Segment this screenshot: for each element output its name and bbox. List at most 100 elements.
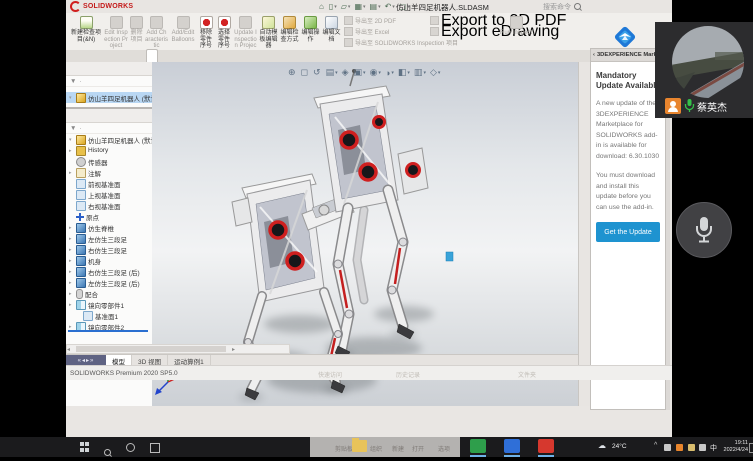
ribbon-tab[interactable] — [136, 50, 146, 62]
meeting-app-taskbar-icon[interactable] — [504, 439, 520, 453]
ribbon-tab[interactable] — [146, 49, 158, 62]
tree-item[interactable]: ▸ 机身 — [66, 255, 152, 266]
home-icon[interactable]: ⌂ — [319, 2, 325, 11]
tree-item[interactable]: ▸ 配合 — [66, 288, 152, 299]
forum-icon[interactable] — [580, 175, 589, 184]
display-style-icon[interactable]: ◉▾ — [370, 67, 381, 78]
ribbon-tab[interactable] — [86, 50, 96, 62]
tree-filter-row-2[interactable]: ▼· — [66, 123, 152, 134]
annotation-view-icon[interactable]: ◈ — [342, 67, 350, 78]
taskbar-clock[interactable]: 19:11 2022/4/24 — [714, 440, 748, 454]
scene-icon[interactable]: ▥▾ — [414, 67, 426, 78]
pane-overflow-arrow[interactable] — [119, 65, 127, 73]
expand-arrow-icon[interactable]: ▸ — [69, 324, 74, 330]
scrollbar-thumb[interactable] — [76, 346, 226, 352]
dimxpert-tab[interactable] — [99, 65, 107, 73]
expand-arrow-icon[interactable]: ▸ — [69, 269, 74, 275]
inspection-addin-icon[interactable] — [580, 188, 589, 197]
taskbar-app-icon-green[interactable] — [470, 439, 486, 453]
weather-icon[interactable]: ☁ — [598, 441, 606, 450]
tree-item[interactable]: 传感器 — [66, 156, 152, 167]
zoom-area-icon[interactable]: ◻ — [301, 67, 309, 78]
print-icon[interactable]: ▤▾ — [370, 2, 381, 11]
tree-root[interactable]: ▾ 仿山羊四足机器人 (默认... — [66, 134, 152, 145]
expand-arrow-icon[interactable]: ▸ — [69, 148, 74, 154]
propertymanager-tab[interactable] — [79, 65, 87, 73]
view-palette-icon[interactable] — [580, 136, 589, 145]
file-explorer-icon[interactable] — [580, 123, 589, 132]
undo-icon[interactable]: ↶▾ — [385, 2, 395, 11]
notification-center-icon[interactable] — [749, 443, 753, 453]
expand-arrow-icon[interactable]: ▸ — [69, 302, 74, 308]
temperature[interactable]: 24°C — [612, 443, 627, 450]
tree-filter-row[interactable]: ▼· — [66, 76, 152, 87]
marketplace-icon[interactable] — [580, 84, 589, 93]
chevron-left-icon[interactable]: ‹ — [593, 52, 595, 58]
featuremanager-tab[interactable] — [69, 112, 77, 120]
search-icon[interactable] — [574, 3, 581, 10]
ribbon-tab[interactable] — [126, 50, 136, 62]
file-explorer-taskbar-icon[interactable] — [352, 440, 367, 452]
expand-arrow-icon[interactable]: ▸ — [69, 258, 74, 264]
expand-arrow-icon[interactable]: ▸ — [69, 280, 74, 286]
previous-view-icon[interactable]: ↺ — [313, 67, 322, 78]
save-icon[interactable]: ▦▾ — [354, 2, 365, 11]
appearance-icon[interactable]: ◧▾ — [398, 67, 410, 78]
command-search[interactable]: 搜索命令 — [543, 1, 603, 12]
tree-item[interactable]: ▸ 右仿生三段足 (后) — [66, 266, 152, 277]
tree-root-selected[interactable]: ▾ 仿山羊四足机器人 (默认... — [66, 92, 152, 103]
propertymanager-tab[interactable] — [79, 112, 87, 120]
custom-properties-icon[interactable] — [580, 162, 589, 171]
section-view-icon[interactable]: ▤▾ — [326, 67, 338, 78]
hide-show-icon[interactable]: ◑▾ — [385, 68, 394, 78]
ribbon-tab[interactable] — [116, 50, 126, 62]
tree-item[interactable]: ▸ 注解 — [66, 167, 152, 178]
expand-arrow-icon[interactable]: ▸ — [69, 170, 74, 176]
marketplace-panel-header[interactable]: ‹ 3DEXPERIENCE Marketplace — [591, 49, 665, 62]
tree-item[interactable]: 原点 — [66, 211, 152, 222]
ribbon-tab[interactable] — [106, 50, 116, 62]
featuremanager-tab[interactable] — [69, 65, 77, 73]
tree-item[interactable]: 上视基准面 — [66, 189, 152, 200]
tray-icon[interactable] — [664, 444, 671, 451]
ribbon-tab[interactable] — [66, 50, 76, 62]
ribbon-tab[interactable] — [96, 50, 106, 62]
design-library-icon[interactable] — [580, 110, 589, 119]
tree-item[interactable]: ▸ 左仿生三段足 — [66, 233, 152, 244]
scroll-left-icon[interactable]: ◂ — [67, 346, 70, 353]
tray-person-icon[interactable] — [676, 444, 683, 451]
appearances-icon[interactable] — [580, 149, 589, 158]
start-button[interactable] — [80, 442, 90, 452]
configurations-tab[interactable] — [89, 65, 97, 73]
tree-item[interactable]: ▸ 镜向零部件1 — [66, 299, 152, 310]
ribbon-tab[interactable] — [76, 50, 86, 62]
tree-item[interactable]: ▸ 右仿生三段足 — [66, 244, 152, 255]
dimxpert-tab[interactable] — [99, 112, 107, 120]
new-file-icon[interactable]: ▯▾ — [329, 2, 337, 11]
displaymanager-tab[interactable] — [109, 65, 117, 73]
tree-item[interactable]: ▸ 仿生脊椎 — [66, 222, 152, 233]
expand-arrow-icon[interactable]: ▸ — [69, 236, 74, 242]
horizontal-scrollbar[interactable]: ◂ ▸ — [66, 344, 290, 354]
cortana-icon[interactable] — [126, 443, 135, 452]
open-file-icon[interactable]: ▱▾ — [341, 2, 351, 11]
tree-item[interactable]: 基准面1 — [66, 310, 152, 321]
tree-item[interactable]: 右视基准面 — [66, 200, 152, 211]
get-update-button[interactable]: Get the Update — [596, 222, 660, 242]
expand-arrow-icon[interactable]: ▸ — [69, 225, 74, 231]
taskbar-search-icon[interactable] — [104, 443, 111, 461]
taskbar-app-icon-red[interactable] — [538, 439, 554, 453]
participant-video-tile[interactable]: 蔡英杰 — [655, 22, 753, 118]
tray-folder-icon[interactable] — [688, 444, 695, 451]
configurations-tab[interactable] — [89, 112, 97, 120]
view-orientation-icon[interactable]: ▣▾ — [354, 67, 366, 78]
tray-speaker-icon[interactable] — [699, 444, 706, 451]
hidden-icons-chevron[interactable]: ^ — [654, 442, 657, 449]
resources-home-icon[interactable] — [580, 97, 589, 106]
expand-arrow-icon[interactable]: ▸ — [69, 247, 74, 253]
expand-arrow-icon[interactable]: ▸ — [69, 291, 74, 297]
displaymanager-tab[interactable] — [109, 112, 117, 120]
microphone-button[interactable] — [676, 202, 732, 258]
tree-item[interactable]: 前视基准面 — [66, 178, 152, 189]
scroll-right-icon[interactable]: ▸ — [232, 346, 235, 353]
